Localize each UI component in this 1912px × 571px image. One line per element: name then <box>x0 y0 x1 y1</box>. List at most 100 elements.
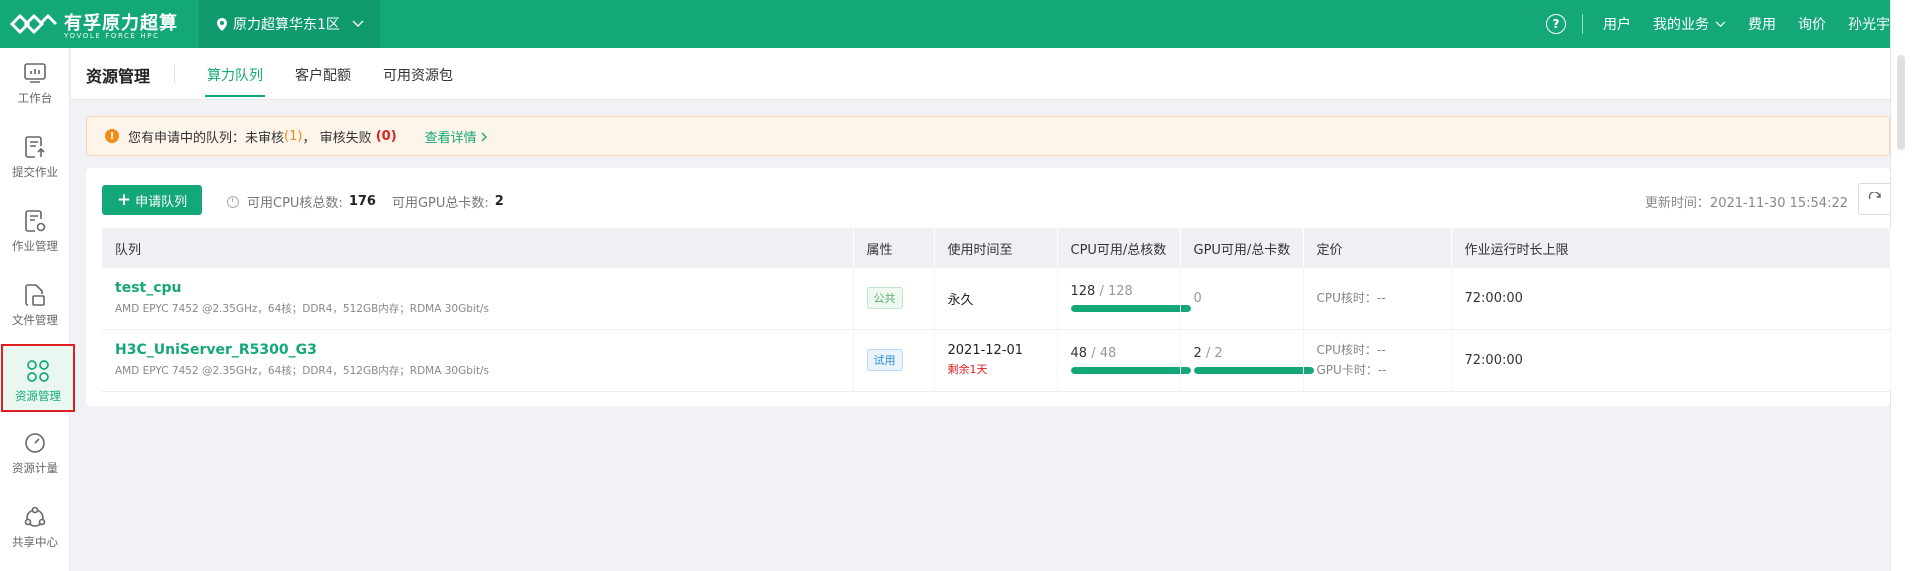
gauge-icon <box>25 433 45 453</box>
job-manage-icon <box>25 210 46 232</box>
sidebar-item-label: 作业管理 <box>12 239 58 253</box>
apply-queue-button[interactable]: + 申请队列 <box>102 185 202 215</box>
price-cpu: CPU核时：-- <box>1316 343 1386 357</box>
nav-my-business[interactable]: 我的业务 <box>1653 14 1726 34</box>
gpu-usage-text: 0 <box>1193 290 1202 306</box>
header-max-runtime[interactable]: 作业运行时长上限 <box>1451 228 1891 268</box>
sidebar-item-resource-manage[interactable]: 资源管理 <box>1 344 75 412</box>
queue-name-link[interactable]: H3C_UniServer_R5300_G3 <box>115 342 853 358</box>
region-selector[interactable]: 原力超算华东1区 <box>199 0 380 48</box>
location-pin-icon <box>217 17 227 31</box>
gpu-total-label: 可用GPU总卡数: <box>391 196 489 211</box>
warning-icon: ! <box>105 129 119 143</box>
attribute-cell: 试用 <box>853 329 935 392</box>
runtime-cell: 72:00:00 <box>1451 268 1891 330</box>
tab-compute-queue[interactable]: 算力队列 <box>205 65 265 97</box>
nav-user[interactable]: 用户 <box>1603 14 1631 34</box>
plus-icon: + <box>116 189 132 210</box>
file-manage-icon <box>25 284 45 306</box>
resource-manage-icon <box>27 360 49 382</box>
logo-mark-icon <box>10 13 58 35</box>
sidebar-item-label: 资源管理 <box>15 389 61 403</box>
pricing-cell: CPU核时：-- <box>1303 268 1452 330</box>
queue-cell: test_cpu AMD EPYC 7452 @2.35GHz，64核；DDR4… <box>102 268 854 330</box>
gpu-usage-text: 2 / 2 <box>1194 346 1303 361</box>
nav-inquiry[interactable]: 询价 <box>1798 14 1826 34</box>
sidebar-item-file-manage[interactable]: 文件管理 <box>0 270 70 340</box>
pending-queue-alert: ! 您有申请中的队列：未审核 (1) ， 审核失败 (0) 查看详情 <box>86 116 1890 156</box>
sidebar-item-resource-metering[interactable]: 资源计量 <box>0 418 70 488</box>
pricing-cell: CPU核时：-- GPU卡时：-- <box>1303 329 1452 392</box>
cpu-cell: 48 / 48 <box>1057 329 1191 392</box>
region-label: 原力超算华东1区 <box>233 17 340 33</box>
sidebar-item-label: 资源计量 <box>12 461 58 475</box>
header-queue[interactable]: 队列 <box>102 228 854 268</box>
share-center-icon <box>24 506 46 527</box>
gpu-available: 2 <box>1193 346 1202 361</box>
expire-date: 永久 <box>947 292 974 308</box>
view-details-link[interactable]: 查看详情 <box>425 127 488 146</box>
sidebar-item-share-center[interactable]: 共享中心 <box>0 492 70 562</box>
sidebar-item-job-manage[interactable]: 作业管理 <box>0 196 70 266</box>
cpu-total: / 128 <box>1099 284 1133 300</box>
chevron-down-icon <box>1715 20 1726 27</box>
cpu-progress-bar <box>1070 367 1191 374</box>
header-cpu[interactable]: CPU可用/总核数 <box>1057 228 1181 268</box>
pending-count: (1) <box>284 128 303 144</box>
queue-panel: + 申请队列 可用CPU核总数: 176 可用GPU总卡数: 2 更新时间：202… <box>86 168 1891 406</box>
attribute-tag: 公共 <box>866 287 903 310</box>
gpu-total-value: 2 <box>494 194 504 209</box>
max-runtime: 72:00:00 <box>1464 290 1523 306</box>
header-gpu[interactable]: GPU可用/总卡数 <box>1180 228 1304 268</box>
sidebar-item-label: 共享中心 <box>12 535 58 549</box>
tab-customer-quota[interactable]: 客户配额 <box>295 65 351 85</box>
queue-cell: H3C_UniServer_R5300_G3 AMD EPYC 7452 @2.… <box>102 329 854 392</box>
table-header-row: 队列 属性 使用时间至 CPU可用/总核数 GPU可用/总卡数 定价 作业运行时… <box>102 228 1891 268</box>
remaining-days: 剩余1天 <box>947 363 988 376</box>
nav-fee[interactable]: 费用 <box>1748 14 1776 34</box>
header-pricing[interactable]: 定价 <box>1303 228 1452 268</box>
gpu-cell: 0 <box>1180 268 1304 330</box>
sidebar-item-dashboard[interactable]: 工作台 <box>0 48 70 118</box>
user-name[interactable]: 孙光宇 <box>1848 14 1890 34</box>
help-icon[interactable]: ? <box>1546 14 1566 34</box>
dashboard-icon <box>24 63 46 83</box>
refresh-button[interactable] <box>1858 183 1890 215</box>
submit-job-icon <box>25 136 45 158</box>
divider <box>1582 14 1583 34</box>
top-bar: 有孚原力超算 YOVOLE FORCE HPC 原力超算华东1区 ? 用户 我的… <box>0 0 1890 48</box>
queue-table: 队列 属性 使用时间至 CPU可用/总核数 GPU可用/总卡数 定价 作业运行时… <box>102 228 1891 392</box>
tab-resource-package[interactable]: 可用资源包 <box>383 65 453 85</box>
cpu-total-value: 176 <box>348 194 376 209</box>
brand-logo[interactable]: 有孚原力超算 YOVOLE FORCE HPC <box>10 6 190 42</box>
max-runtime: 72:00:00 <box>1464 352 1523 368</box>
runtime-cell: 72:00:00 <box>1451 329 1891 392</box>
alert-middle: ， 审核失败 <box>302 130 372 146</box>
chevron-down-icon <box>352 20 364 27</box>
expire-date: 2021-12-01 <box>947 343 1024 358</box>
scrollbar-track[interactable] <box>1890 0 1912 571</box>
price-gpu: GPU卡时：-- <box>1316 363 1387 377</box>
sidebar-item-submit-job[interactable]: 提交作业 <box>0 122 70 192</box>
table-row[interactable]: H3C_UniServer_R5300_G3 AMD EPYC 7452 @2.… <box>102 329 1891 392</box>
page-title: 资源管理 <box>86 67 151 86</box>
sidebar: 工作台 提交作业 作业管理 文件管理 资源管理 资源计量 共享中心 <box>0 48 75 571</box>
apply-queue-label: 申请队列 <box>135 194 188 210</box>
update-time: 更新时间：2021-11-30 15:54:22 <box>1645 192 1848 211</box>
gpu-cell: 2 / 2 <box>1180 329 1314 392</box>
cpu-cell: 128 / 128 <box>1057 268 1191 330</box>
update-time-value: 2021-11-30 15:54:22 <box>1709 196 1848 211</box>
queue-name-link[interactable]: test_cpu <box>115 280 853 296</box>
clock-icon <box>227 195 239 208</box>
update-time-label: 更新时间： <box>1644 196 1710 211</box>
header-attribute[interactable]: 属性 <box>853 228 935 268</box>
table-row[interactable]: test_cpu AMD EPYC 7452 @2.35GHz，64核；DDR4… <box>102 268 1891 330</box>
scrollbar-thumb[interactable] <box>1897 55 1905 150</box>
queue-desc: AMD EPYC 7452 @2.35GHz，64核；DDR4，512GB内存；… <box>115 303 489 316</box>
cpu-total-label: 可用CPU核总数: <box>247 196 343 211</box>
alert-prefix: 您有申请中的队列：未审核 <box>128 130 285 146</box>
brand-subtitle: YOVOLE FORCE HPC <box>64 32 160 40</box>
attribute-cell: 公共 <box>853 268 935 330</box>
failed-count: (0) <box>375 128 397 144</box>
header-valid-until[interactable]: 使用时间至 <box>934 228 1058 268</box>
